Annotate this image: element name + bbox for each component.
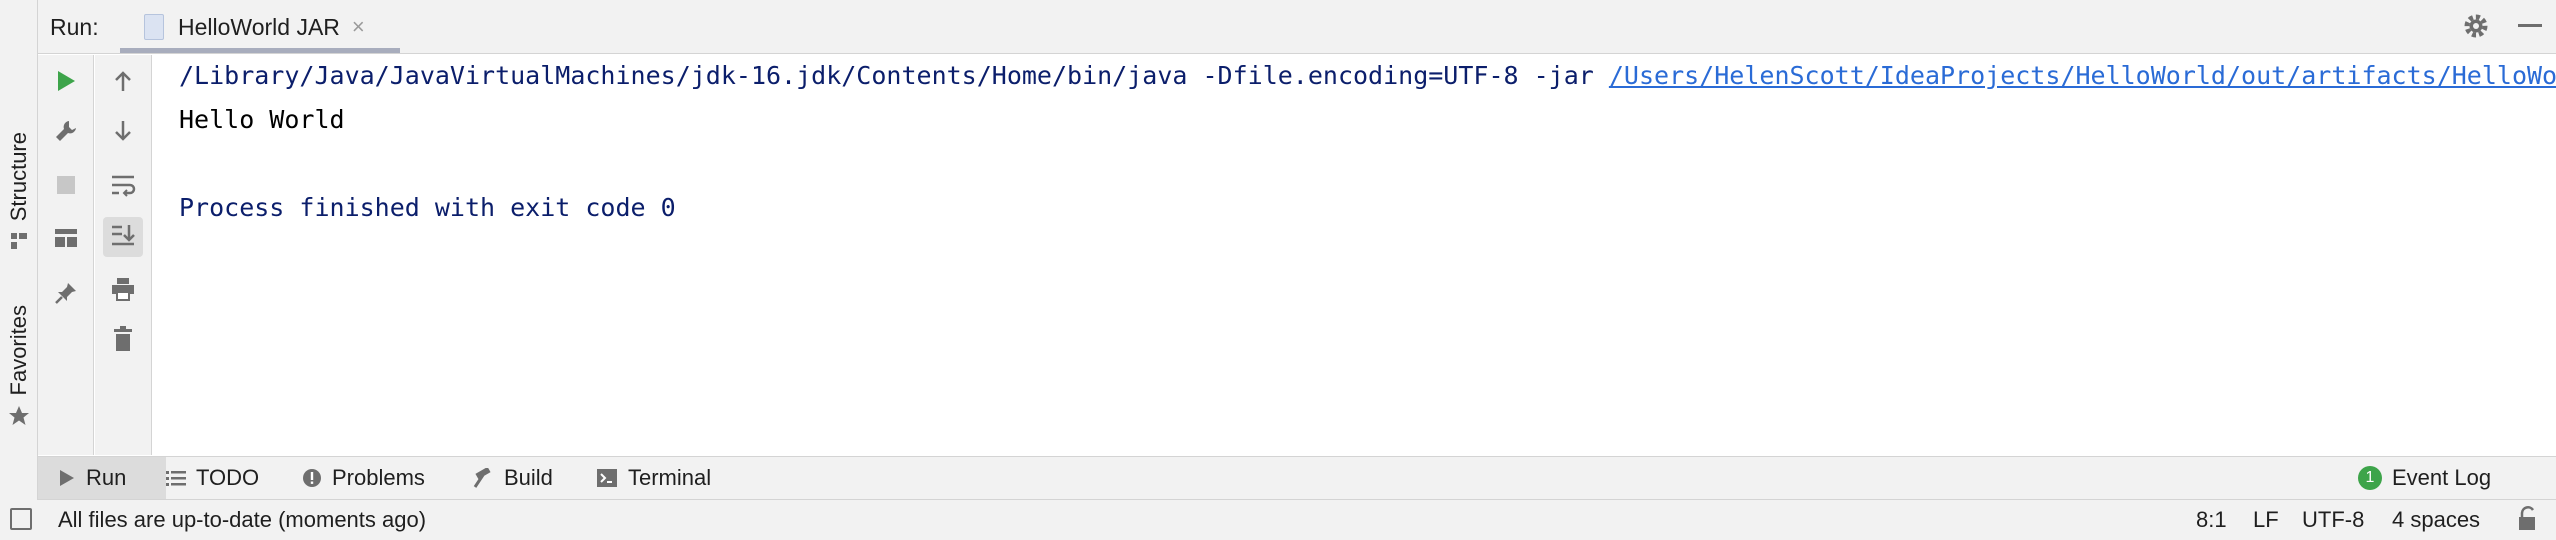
star-icon (8, 405, 30, 432)
command-line: /Library/Java/JavaVirtualMachines/jdk-16… (179, 61, 2556, 90)
pin-icon (54, 281, 78, 310)
close-icon[interactable]: × (352, 16, 365, 38)
print-button[interactable] (103, 271, 143, 311)
tab-run[interactable]: Run (38, 457, 166, 499)
run-actions-toolbar (38, 55, 94, 455)
console-output[interactable]: /Library/Java/JavaVirtualMachines/jdk-16… (153, 55, 2556, 455)
active-tab-indicator (120, 48, 400, 53)
tab-build[interactable]: Build (472, 457, 553, 499)
tab-todo[interactable]: TODO (166, 457, 259, 499)
arrow-down-icon (112, 119, 134, 148)
tab-event-log[interactable]: 1 Event Log (2358, 457, 2491, 499)
jar-path-link[interactable]: /Users/HelenScott/IdeaProjects/HelloWorl… (1609, 61, 2556, 90)
event-count-badge: 1 (2358, 466, 2382, 490)
process-exit-message: Process finished with exit code 0 (179, 193, 676, 222)
rerun-button[interactable] (46, 63, 86, 103)
structure-icon (9, 231, 29, 256)
tab-terminal-label: Terminal (628, 465, 712, 490)
stop-button[interactable] (46, 167, 86, 207)
terminal-icon (596, 468, 618, 488)
problems-icon (302, 468, 322, 488)
run-tab-title: HelloWorld JAR (178, 13, 340, 40)
favorites-tab-label: Favorites (6, 305, 31, 396)
restore-layout-button[interactable] (46, 221, 86, 261)
list-icon (166, 469, 186, 487)
minimize-icon[interactable] (2518, 24, 2542, 27)
status-message[interactable]: All files are up-to-date (moments ago) (58, 507, 426, 533)
tab-run-label: Run (86, 465, 127, 490)
stop-icon (55, 174, 77, 201)
file-encoding[interactable]: UTF-8 (2302, 507, 2364, 533)
tool-window-bar: Run TODO Problems Build Terminal 1 Event… (38, 456, 2556, 500)
tab-problems-label: Problems (332, 465, 425, 490)
toggle-tool-windows-icon[interactable] (10, 508, 32, 530)
hammer-icon (472, 468, 494, 488)
tab-build-label: Build (504, 465, 553, 490)
gear-icon[interactable] (2462, 12, 2490, 45)
next-occurrence-button[interactable] (103, 113, 143, 153)
run-icon (58, 469, 76, 487)
favorites-tab[interactable]: Favorites (0, 305, 38, 432)
print-icon (110, 277, 136, 306)
layout-icon (54, 228, 78, 255)
line-separator[interactable]: LF (2253, 507, 2279, 533)
java-command: /Library/Java/JavaVirtualMachines/jdk-16… (179, 61, 1609, 90)
run-tab-helloworld-jar[interactable]: HelloWorld JAR × (120, 0, 400, 54)
tab-problems[interactable]: Problems (302, 457, 425, 499)
scroll-to-end-icon (110, 223, 136, 252)
structure-tab-label: Structure (6, 132, 31, 222)
tab-terminal[interactable]: Terminal (596, 457, 711, 499)
clear-all-button[interactable] (103, 321, 143, 361)
edit-configuration-button[interactable] (46, 113, 86, 153)
soft-wrap-icon (110, 173, 136, 202)
run-label: Run: (50, 14, 99, 40)
left-tool-strip: Structure Favorites (0, 0, 38, 540)
console-actions-toolbar (95, 55, 152, 455)
structure-tab[interactable]: Structure (0, 132, 38, 256)
jar-file-icon (144, 14, 164, 40)
indent-setting[interactable]: 4 spaces (2392, 507, 2480, 533)
trash-icon (112, 325, 134, 357)
wrench-icon (54, 119, 78, 148)
arrow-up-icon (112, 69, 134, 98)
run-icon (55, 69, 77, 98)
scroll-to-end-button[interactable] (103, 217, 143, 257)
program-output: Hello World (179, 105, 345, 134)
previous-occurrence-button[interactable] (103, 63, 143, 103)
lock-icon[interactable] (2516, 506, 2540, 537)
soft-wrap-button[interactable] (103, 167, 143, 207)
pin-tab-button[interactable] (46, 275, 86, 315)
tab-todo-label: TODO (196, 465, 260, 490)
run-panel-header: Run: HelloWorld JAR × (38, 0, 2556, 54)
caret-position[interactable]: 8:1 (2196, 507, 2227, 533)
tab-event-log-label: Event Log (2392, 465, 2492, 490)
